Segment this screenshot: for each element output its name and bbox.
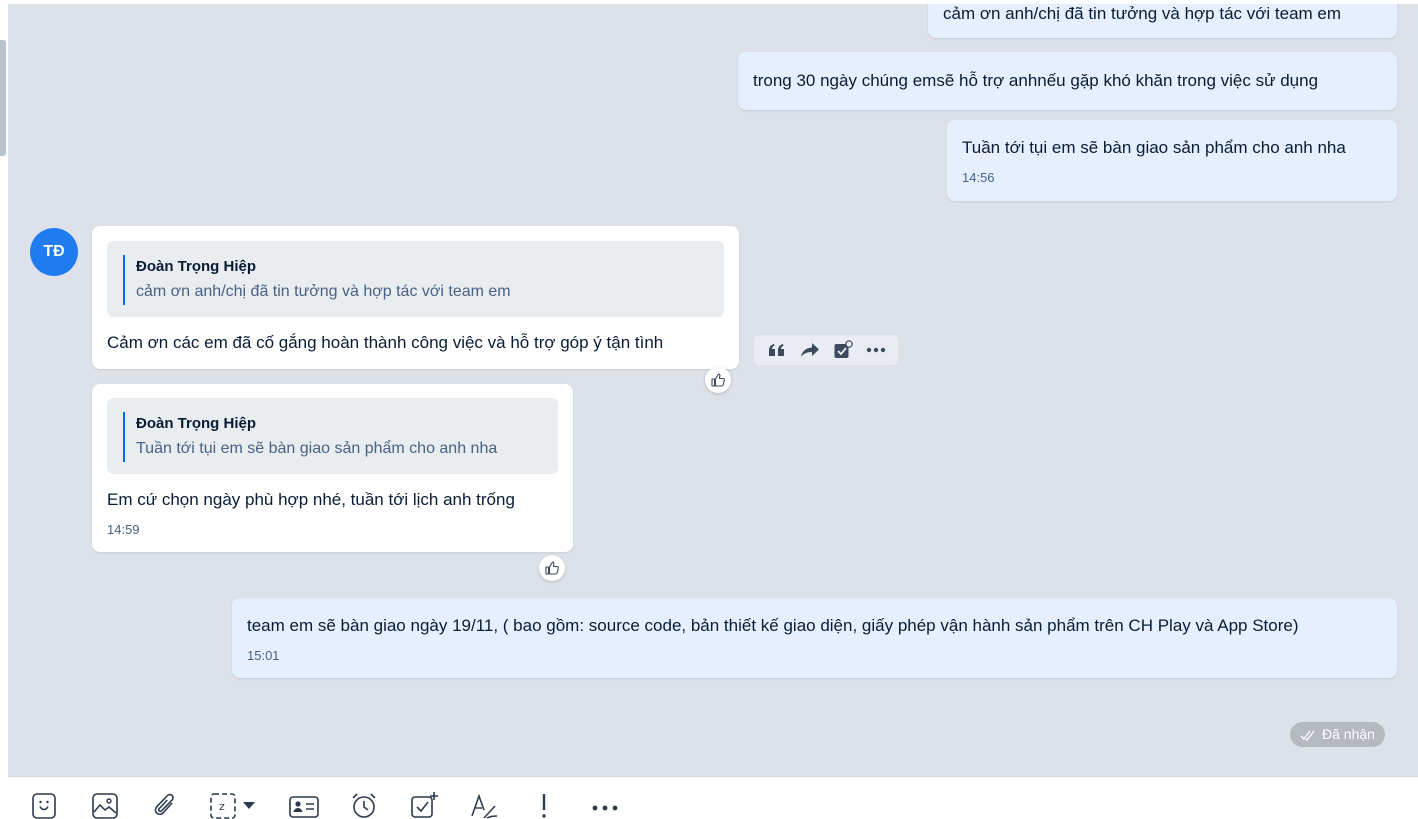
image-icon [92,793,118,819]
message-bubble-outgoing[interactable]: team em sẽ bàn giao ngày 19/11, ( bao gồ… [232,598,1397,678]
more-icon [592,805,618,811]
more-icon[interactable] [863,337,889,363]
quoted-message[interactable]: Đoàn Trọng Hiệp cảm ơn anh/chị đã tin tư… [107,241,724,317]
sticker-button[interactable] [30,791,58,819]
message-bubble-incoming[interactable]: Đoàn Trọng Hiệp Tuần tới tụi em sẽ bàn g… [92,384,573,552]
image-button[interactable] [90,791,120,819]
message-text: trong 30 ngày chúng emsẽ hỗ trợ anhnếu g… [753,71,1319,90]
quoted-message[interactable]: Đoàn Trọng Hiệp Tuần tới tụi em sẽ bàn g… [107,398,558,474]
quote-text: cảm ơn anh/chị đã tin tưởng và hợp tác v… [136,283,511,300]
message-time: 14:59 [107,522,140,537]
like-reaction-button[interactable] [539,555,565,581]
status-label: Đã nhận [1322,726,1375,742]
message-bubble-incoming[interactable]: Đoàn Trọng Hiệp cảm ơn anh/chị đã tin tư… [92,226,739,369]
composer-toolbar: z [8,776,1418,819]
screenshot-button[interactable]: z [208,791,264,819]
reminder-icon [352,793,376,818]
scrollbar-handle[interactable] [0,40,6,156]
thumbs-up-icon [545,561,559,575]
double-check-icon [1300,730,1315,741]
like-reaction-button[interactable] [705,367,731,393]
message-text: team em sẽ bàn giao ngày 19/11, ( bao gồ… [247,616,1299,635]
add-task-icon[interactable] [830,337,856,363]
more-options-button[interactable] [590,791,620,819]
contact-card-button[interactable] [288,791,320,819]
quote-author: Đoàn Trọng Hiệp [136,415,256,432]
message-text: cảm ơn anh/chị đã tin tưởng và hợp tác v… [943,4,1342,23]
message-text: Em cứ chọn ngày phù hợp nhé, tuần tới lị… [107,490,515,509]
attachment-icon [154,793,174,816]
message-time: 14:56 [962,170,995,185]
svg-text:z: z [219,800,225,813]
quote-author: Đoàn Trọng Hiệp [136,258,256,275]
thumbs-up-icon [711,373,725,387]
chat-area: cảm ơn anh/chị đã tin tưởng và hợp tác v… [8,4,1418,776]
reminder-button[interactable] [348,791,380,819]
urgent-button[interactable] [532,791,556,819]
message-time: 15:01 [247,648,280,663]
quote-icon[interactable] [764,337,790,363]
avatar[interactable]: TĐ [30,228,78,276]
format-button[interactable] [468,791,500,819]
contact-card-icon [289,796,319,818]
message-bubble-outgoing[interactable]: trong 30 ngày chúng emsẽ hỗ trợ anhnếu g… [738,52,1397,110]
message-hover-actions [754,335,898,365]
sticker-icon [32,793,56,819]
avatar-initials: TĐ [43,243,65,260]
urgent-icon [542,794,546,818]
task-button[interactable] [408,791,440,819]
quote-text: Tuần tới tụi em sẽ bàn giao sản phẩm cho… [136,440,498,457]
message-text: Cảm ơn các em đã cố gắng hoàn thành công… [107,333,664,352]
task-icon [411,792,438,818]
message-bubble-outgoing[interactable]: Tuần tới tụi em sẽ bàn giao sản phẩm cho… [947,120,1397,201]
format-icon [471,793,498,819]
screenshot-icon: z [210,793,255,819]
message-bubble-outgoing[interactable]: cảm ơn anh/chị đã tin tưởng và hợp tác v… [928,4,1397,38]
forward-icon[interactable] [797,337,823,363]
attachment-button[interactable] [150,791,180,819]
status-badge: Đã nhận [1290,722,1385,747]
message-text: Tuần tới tụi em sẽ bàn giao sản phẩm cho… [962,138,1346,157]
